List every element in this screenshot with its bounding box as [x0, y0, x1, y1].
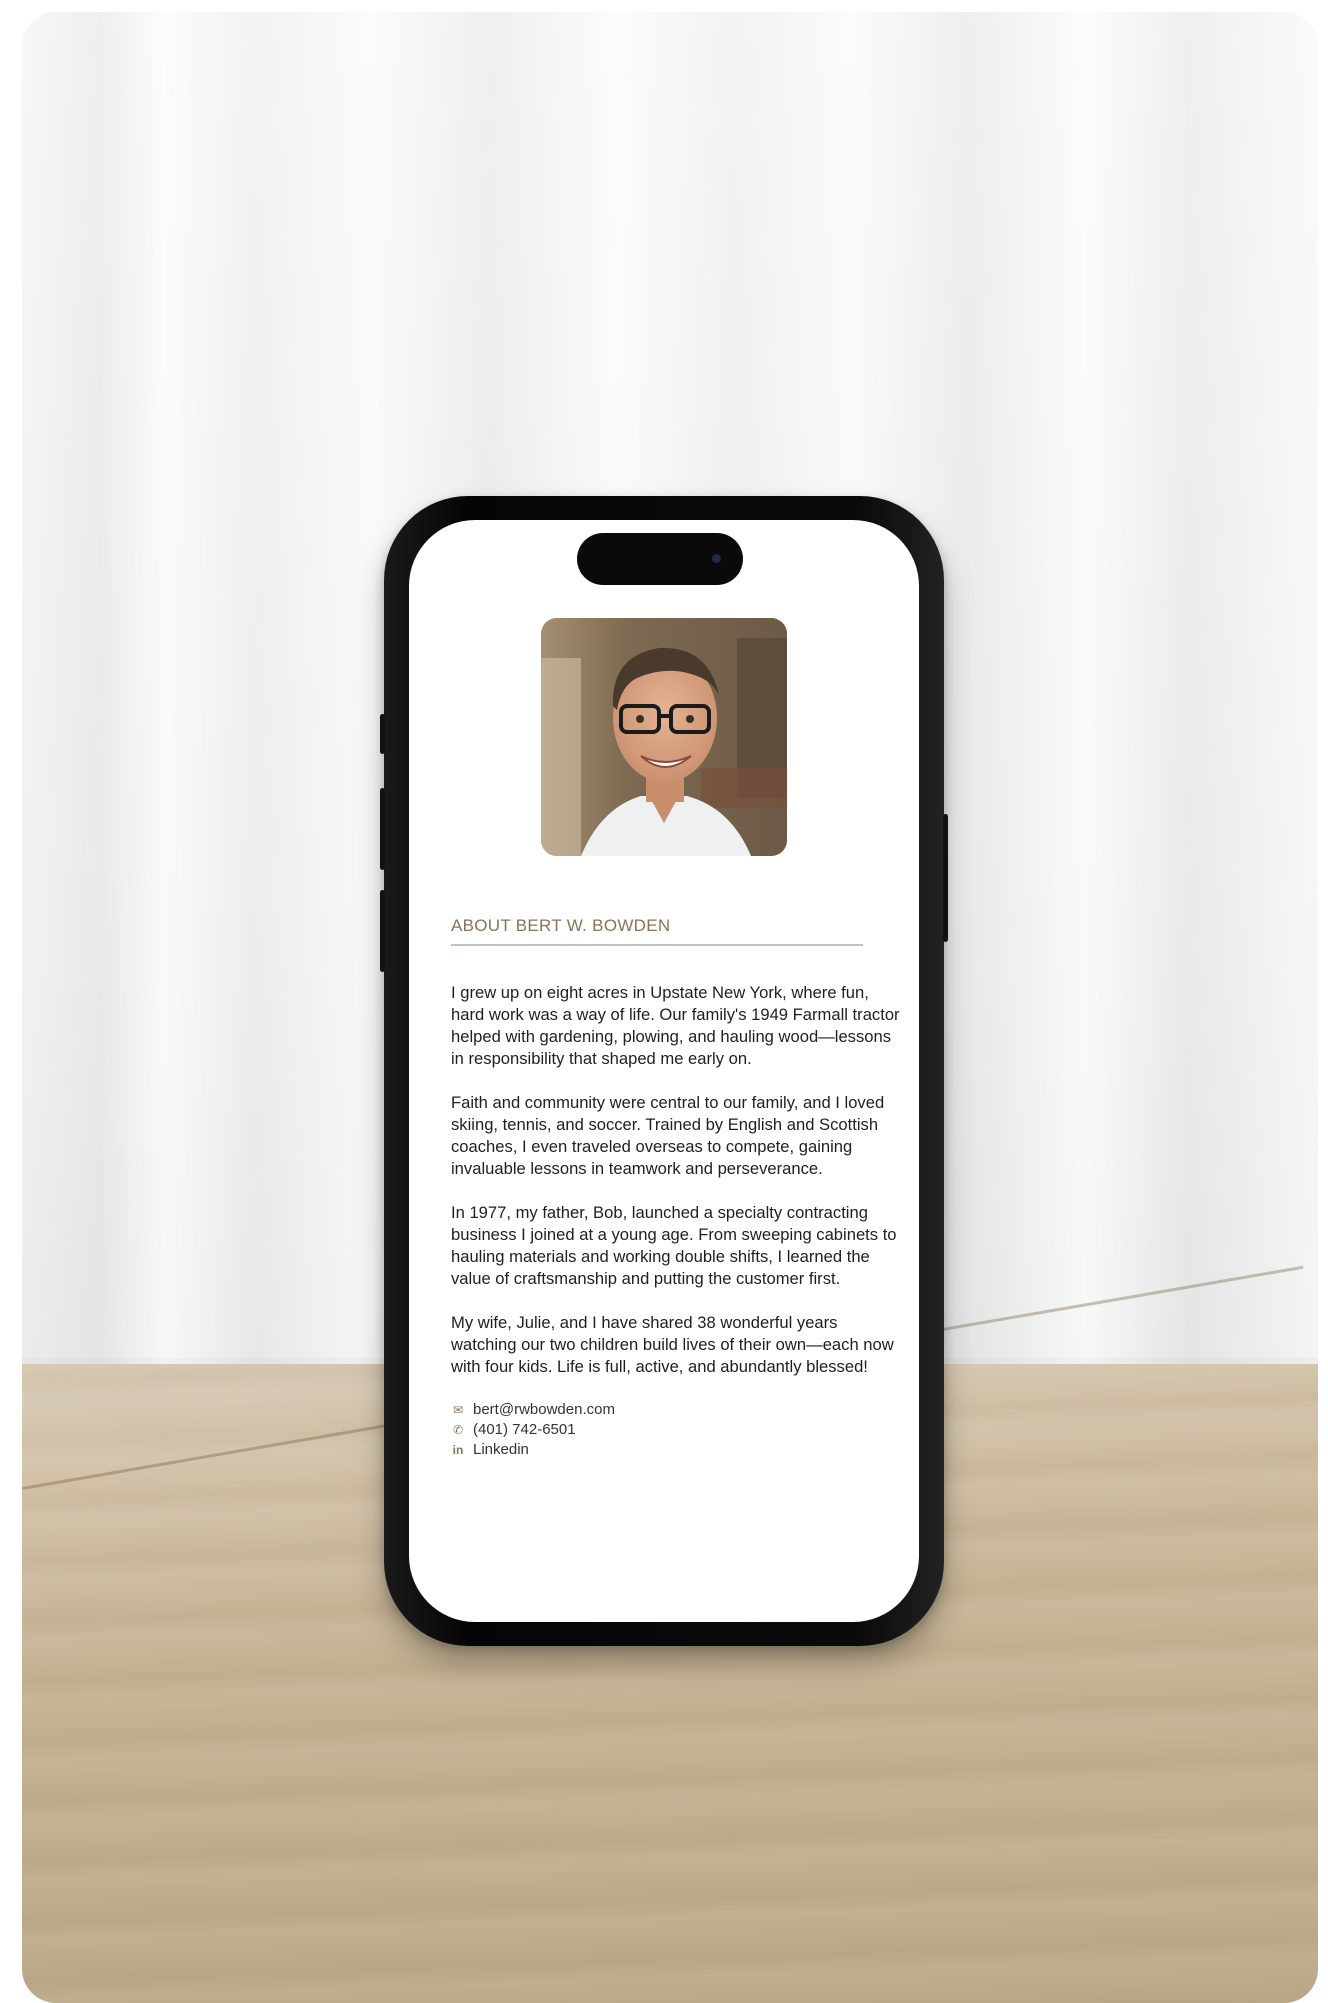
phone-screen: ABOUT BERT W. BOWDEN I grew up on eight … — [409, 520, 919, 1622]
bio-paragraph-2: Faith and community were central to our … — [451, 1093, 885, 1178]
title-divider — [451, 944, 863, 946]
about-section: ABOUT BERT W. BOWDEN I grew up on eight … — [451, 916, 906, 1460]
portrait-image — [541, 618, 787, 856]
dynamic-island — [577, 533, 743, 585]
contact-phone[interactable]: ✆ (401) 742-6501 — [451, 1420, 906, 1440]
profile-photo — [541, 618, 787, 856]
camera-icon — [712, 554, 721, 563]
phone-link[interactable]: (401) 742-6501 — [473, 1420, 576, 1440]
volume-up-button — [380, 788, 385, 870]
bio-paragraph-1: I grew up on eight acres in Upstate New … — [451, 983, 900, 1068]
linkedin-icon: in — [452, 1443, 464, 1457]
mail-icon: ✉ — [452, 1403, 464, 1417]
bio-paragraph-3: In 1977, my father, Bob, launched a spec… — [451, 1203, 897, 1288]
phone-device: ABOUT BERT W. BOWDEN I grew up on eight … — [380, 496, 948, 1646]
volume-down-button — [380, 890, 385, 972]
bio-paragraph-4: My wife, Julie, and I have shared 38 won… — [451, 1313, 894, 1376]
power-button — [943, 814, 948, 942]
silent-switch — [380, 714, 385, 754]
phone-icon: ✆ — [452, 1423, 464, 1437]
email-link[interactable]: bert@rwbowden.com — [473, 1400, 615, 1420]
linkedin-link[interactable]: Linkedin — [473, 1440, 529, 1460]
section-title: ABOUT BERT W. BOWDEN — [451, 916, 671, 935]
contact-list: ✉ bert@rwbowden.com ✆ (401) 742-6501 in … — [451, 1400, 906, 1460]
contact-email[interactable]: ✉ bert@rwbowden.com — [451, 1400, 906, 1420]
contact-linkedin[interactable]: in Linkedin — [451, 1440, 906, 1460]
